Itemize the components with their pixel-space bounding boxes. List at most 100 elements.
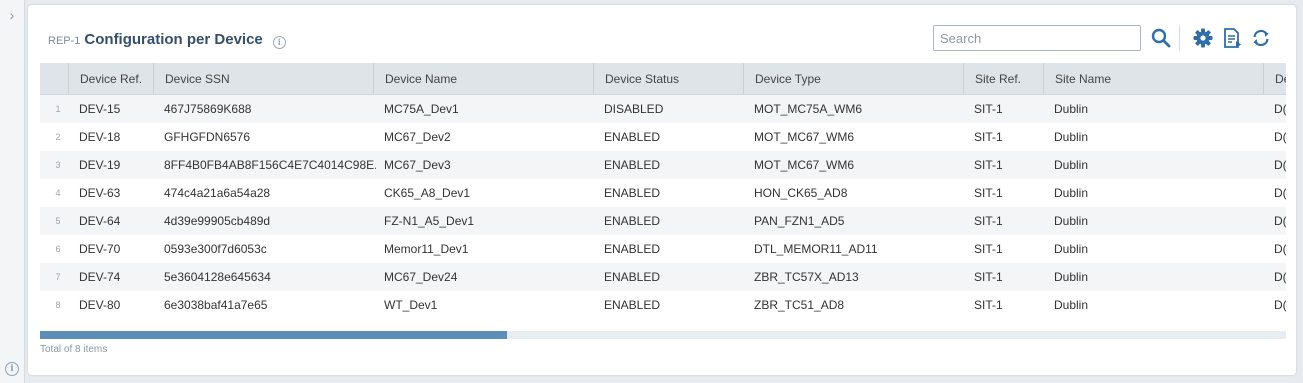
refresh-icon[interactable] (1250, 27, 1272, 49)
total-items: Total of 8 items (40, 344, 108, 355)
device-name: FZ-N1_A5_Dev1 (384, 214, 475, 228)
device-status: ENABLED (604, 130, 661, 144)
device-status: ENABLED (604, 298, 661, 312)
device-ref: DEV-15 (79, 102, 121, 116)
column-header-device-ref[interactable]: Device Ref. (68, 63, 153, 94)
column-header-device-ssn[interactable]: Device SSN (153, 63, 373, 94)
device-status: ENABLED (604, 242, 661, 256)
column-header-site-name[interactable]: Site Name (1043, 63, 1263, 94)
info-icon[interactable]: i (5, 362, 19, 376)
device-name: WT_Dev1 (384, 298, 438, 312)
device-type: ZBR_TC57X_AD13 (754, 270, 859, 284)
device-type: DTL_MEMOR11_AD11 (754, 242, 878, 256)
more-cell: D( (1274, 270, 1286, 284)
more-cell: D( (1274, 158, 1286, 172)
device-ref: DEV-18 (79, 130, 121, 144)
row-number: 4 (55, 188, 61, 198)
table-row[interactable]: 3 DEV-19 8FF4B0FB4AB8F156C4E7C4014C98E..… (40, 151, 1286, 179)
site-name: Dublin (1054, 102, 1089, 116)
table-header: Device Ref. Device SSN Device Name Devic… (40, 63, 1286, 95)
table-row[interactable]: 7 DEV-74 5e3604128e645634 MC67_Dev24 ENA… (40, 263, 1286, 291)
device-type: PAN_FZN1_AD5 (754, 214, 845, 228)
device-table: Device Ref. Device SSN Device Name Devic… (40, 63, 1286, 319)
column-header-device-name[interactable]: Device Name (373, 63, 593, 94)
site-name: Dublin (1054, 270, 1089, 284)
device-name: MC67_Dev3 (384, 158, 451, 172)
device-ssn: 467J75869K688 (164, 102, 252, 116)
export-file-icon[interactable] (1221, 27, 1243, 49)
more-cell: D( (1274, 214, 1286, 228)
table-row[interactable]: 1 DEV-15 467J75869K688 MC75A_Dev1 DISABL… (40, 95, 1286, 123)
toolbar-divider (1179, 25, 1180, 51)
site-name: Dublin (1054, 214, 1089, 228)
device-ssn: 0593e300f7d6053c (164, 242, 267, 256)
device-status: ENABLED (604, 270, 661, 284)
table-row[interactable]: 4 DEV-63 474c4a21a6a54a28 CK65_A8_Dev1 E… (40, 179, 1286, 207)
site-name: Dublin (1054, 186, 1089, 200)
table-row[interactable]: 2 DEV-18 GFHGFDN6576 MC67_Dev2 ENABLED M… (40, 123, 1286, 151)
device-status: DISABLED (604, 102, 664, 116)
site-name: Dublin (1054, 242, 1089, 256)
horizontal-scrollbar[interactable] (40, 331, 1286, 339)
column-header-device-status[interactable]: Device Status (593, 63, 743, 94)
row-number: 1 (55, 104, 61, 114)
more-cell: D( (1274, 102, 1286, 116)
row-number: 6 (55, 244, 61, 254)
site-ref: SIT-1 (974, 214, 1003, 228)
row-number: 5 (55, 216, 61, 226)
device-name: MC67_Dev24 (384, 270, 458, 284)
report-code: REP-1 (48, 35, 81, 47)
device-name: Memor11_Dev1 (384, 242, 469, 256)
site-ref: SIT-1 (974, 242, 1003, 256)
device-type: MOT_MC67_WM6 (754, 158, 855, 172)
device-status: ENABLED (604, 158, 661, 172)
device-name: MC75A_Dev1 (384, 102, 459, 116)
device-ref: DEV-19 (79, 158, 121, 172)
device-type: ZBR_TC51_AD8 (754, 298, 845, 312)
site-ref: SIT-1 (974, 102, 1003, 116)
device-ref: DEV-70 (79, 242, 121, 256)
site-name: Dublin (1054, 158, 1089, 172)
more-cell: D( (1274, 242, 1286, 256)
site-ref: SIT-1 (974, 270, 1003, 284)
device-ssn: 6e3038baf41a7e65 (164, 298, 268, 312)
row-number: 2 (55, 132, 61, 142)
device-ssn: 8FF4B0FB4AB8F156C4E7C4014C98E... (164, 158, 376, 172)
row-number: 7 (55, 272, 61, 282)
site-ref: SIT-1 (974, 298, 1003, 312)
search-icon[interactable] (1150, 27, 1172, 49)
device-ssn: 5e3604128e645634 (164, 270, 271, 284)
device-name: MC67_Dev2 (384, 130, 451, 144)
device-ref: DEV-74 (79, 270, 121, 284)
row-number: 8 (55, 300, 61, 310)
table-row[interactable]: 6 DEV-70 0593e300f7d6053c Memor11_Dev1 E… (40, 235, 1286, 263)
column-header-site-ref[interactable]: Site Ref. (963, 63, 1043, 94)
info-icon[interactable]: i (272, 36, 286, 49)
table-row[interactable]: 8 DEV-80 6e3038baf41a7e65 WT_Dev1 ENABLE… (40, 291, 1286, 319)
device-status: ENABLED (604, 186, 661, 200)
title-row: REP-1 Configuration per Device i (48, 31, 286, 51)
device-ssn: GFHGFDN6576 (164, 130, 251, 144)
device-ssn: 474c4a21a6a54a28 (164, 186, 271, 200)
report-panel: REP-1 Configuration per Device i Search … (28, 5, 1296, 375)
device-name: CK65_A8_Dev1 (384, 186, 471, 200)
site-ref: SIT-1 (974, 158, 1003, 172)
scrollbar-thumb[interactable] (40, 331, 508, 339)
site-name: Dublin (1054, 130, 1089, 144)
more-cell: D( (1274, 130, 1286, 144)
table-row[interactable]: 5 DEV-64 4d39e99905cb489d FZ-N1_A5_Dev1 … (40, 207, 1286, 235)
device-type: MOT_MC67_WM6 (754, 130, 855, 144)
device-ref: DEV-63 (79, 186, 121, 200)
search-input[interactable] (933, 25, 1141, 51)
column-header-more[interactable]: De (1263, 63, 1286, 94)
device-ssn: 4d39e99905cb489d (164, 214, 271, 228)
chevron-right-icon[interactable]: › (5, 8, 19, 22)
gear-icon[interactable] (1192, 27, 1214, 49)
device-ref: DEV-80 (79, 298, 121, 312)
device-ref: DEV-64 (79, 214, 121, 228)
more-cell: D( (1274, 186, 1286, 200)
left-rail: › i (0, 0, 25, 383)
device-status: ENABLED (604, 214, 661, 228)
site-ref: SIT-1 (974, 130, 1003, 144)
column-header-device-type[interactable]: Device Type (743, 63, 963, 94)
